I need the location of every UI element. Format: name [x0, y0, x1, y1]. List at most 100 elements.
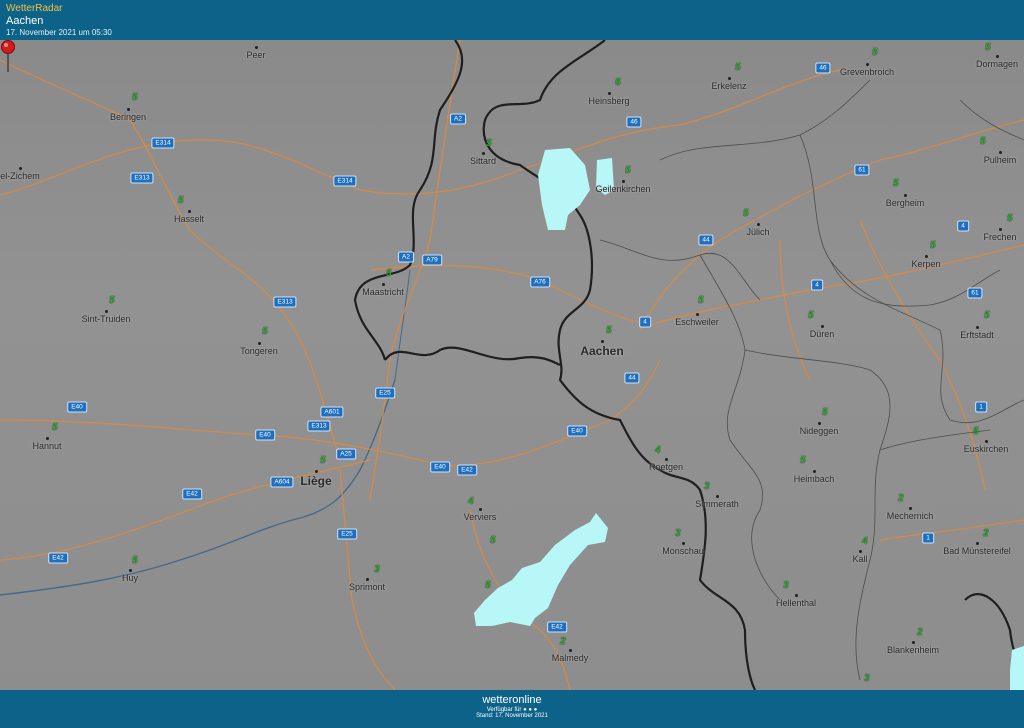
weather-value: 5	[320, 455, 326, 466]
road-shield: A25	[336, 448, 356, 460]
city-marker	[601, 340, 604, 343]
city-label: Monschau	[662, 546, 704, 556]
stand-date: Stand: 17. November 2021	[476, 713, 548, 719]
city-marker	[129, 569, 132, 572]
city-marker	[999, 228, 1002, 231]
city-label: Nideggen	[799, 426, 839, 436]
road-shield: A76	[530, 276, 550, 288]
weather-value: 5	[606, 325, 612, 336]
city-label: Pulheim	[983, 155, 1017, 165]
weather-value: 4	[468, 496, 474, 507]
road-shield: 61	[967, 287, 983, 299]
brand-logo: wetteronline	[482, 694, 542, 706]
city-label: Aachen	[580, 344, 624, 358]
city-marker	[909, 507, 912, 510]
city-marker	[976, 542, 979, 545]
weather-value: 5	[698, 295, 704, 306]
city-marker	[716, 495, 719, 498]
city-label: Hannut	[32, 441, 62, 451]
weather-value: 5	[132, 555, 138, 566]
weather-value: 5	[735, 62, 741, 73]
weather-value: 6	[615, 77, 621, 88]
city-label: Euskirchen	[963, 444, 1009, 454]
road-shield: 1	[975, 401, 987, 413]
road-shield: E42	[182, 488, 202, 500]
road-shield: A2	[398, 251, 414, 263]
road-shield: E313	[307, 420, 331, 432]
city-label: Jülich	[746, 227, 770, 237]
road-shield: 44	[698, 234, 714, 246]
city-label: Mechernich	[886, 511, 934, 521]
road-shield: E313	[130, 172, 154, 184]
city-label: Bad Münstereifel	[943, 546, 1011, 556]
city-label: Grevenbroich	[839, 67, 895, 77]
weather-value: 5	[132, 92, 138, 103]
city-marker	[622, 180, 625, 183]
city-label: Liège	[300, 474, 332, 488]
weather-value: 5	[973, 426, 979, 437]
road-shield: A79	[422, 254, 442, 266]
city-marker	[682, 542, 685, 545]
app-footer: wetteronline Verfügbar für ● ● ● Stand: …	[0, 690, 1024, 728]
app-header: WetterRadar Aachen 17. November 2021 um …	[0, 0, 1024, 40]
city-label: Kall	[852, 554, 868, 564]
city-label: Huy	[121, 573, 139, 583]
city-marker	[757, 223, 760, 226]
city-label: Hasselt	[173, 214, 205, 224]
road-shield: E42	[547, 621, 567, 633]
weather-value: 5	[486, 138, 492, 149]
city-marker	[985, 440, 988, 443]
city-label: Erkelenz	[711, 81, 747, 91]
city-marker	[315, 470, 318, 473]
city-marker	[696, 313, 699, 316]
city-label: Malmedy	[551, 653, 589, 663]
weather-value: 2	[983, 528, 989, 539]
weather-value: 5	[930, 240, 936, 251]
city-marker	[925, 255, 928, 258]
city-label: Sint-Truiden	[81, 314, 131, 324]
city-marker	[821, 325, 824, 328]
weather-value: 5	[800, 455, 806, 466]
city-label: Tongeren	[240, 346, 278, 356]
radar-map[interactable]: Peer Beringen el-Zichem Hasselt Sittard Heins…	[0, 40, 1024, 690]
road-shield: A601	[320, 406, 344, 418]
app-title: WetterRadar	[6, 3, 63, 14]
weather-value: 5	[980, 136, 986, 147]
weather-value: 4	[862, 536, 868, 547]
road-shield: E42	[457, 464, 477, 476]
city-label: Bergheim	[885, 198, 925, 208]
city-label: Heinsberg	[588, 96, 630, 106]
city-marker	[569, 649, 572, 652]
city-label: Simmerath	[695, 499, 739, 509]
city-marker	[728, 77, 731, 80]
city-marker	[255, 46, 258, 49]
weather-value: 3	[704, 481, 710, 492]
city-marker	[665, 458, 668, 461]
city-label: Blankenheim	[886, 645, 940, 655]
city-label: Roetgen	[648, 462, 684, 472]
city-label: Frechen	[983, 232, 1017, 242]
city-label: Heimbach	[793, 474, 835, 484]
weather-value: 5	[109, 295, 115, 306]
road-shield: 46	[815, 62, 831, 74]
city-label: Verviers	[463, 512, 497, 522]
city-label: Maastricht	[362, 287, 404, 297]
city-marker	[19, 167, 22, 170]
city-marker	[382, 283, 385, 286]
road-shield: 4	[811, 279, 823, 291]
weather-value: 5	[743, 208, 749, 219]
weather-value: 5	[490, 535, 496, 546]
city-marker	[46, 437, 49, 440]
city-label: Eschweiler	[675, 317, 719, 327]
weather-value: 5	[893, 178, 899, 189]
city-marker	[912, 641, 915, 644]
city-marker	[479, 508, 482, 511]
road-shield: 44	[624, 372, 640, 384]
weather-value: 5	[178, 195, 184, 206]
city-label: Sittard	[469, 156, 497, 166]
road-shield: E40	[67, 401, 87, 413]
city-label: Hellenthal	[775, 598, 817, 608]
weather-value: 5	[386, 268, 392, 279]
city-label: Dormagen	[975, 59, 1019, 69]
location-pin-icon[interactable]	[0, 40, 16, 74]
